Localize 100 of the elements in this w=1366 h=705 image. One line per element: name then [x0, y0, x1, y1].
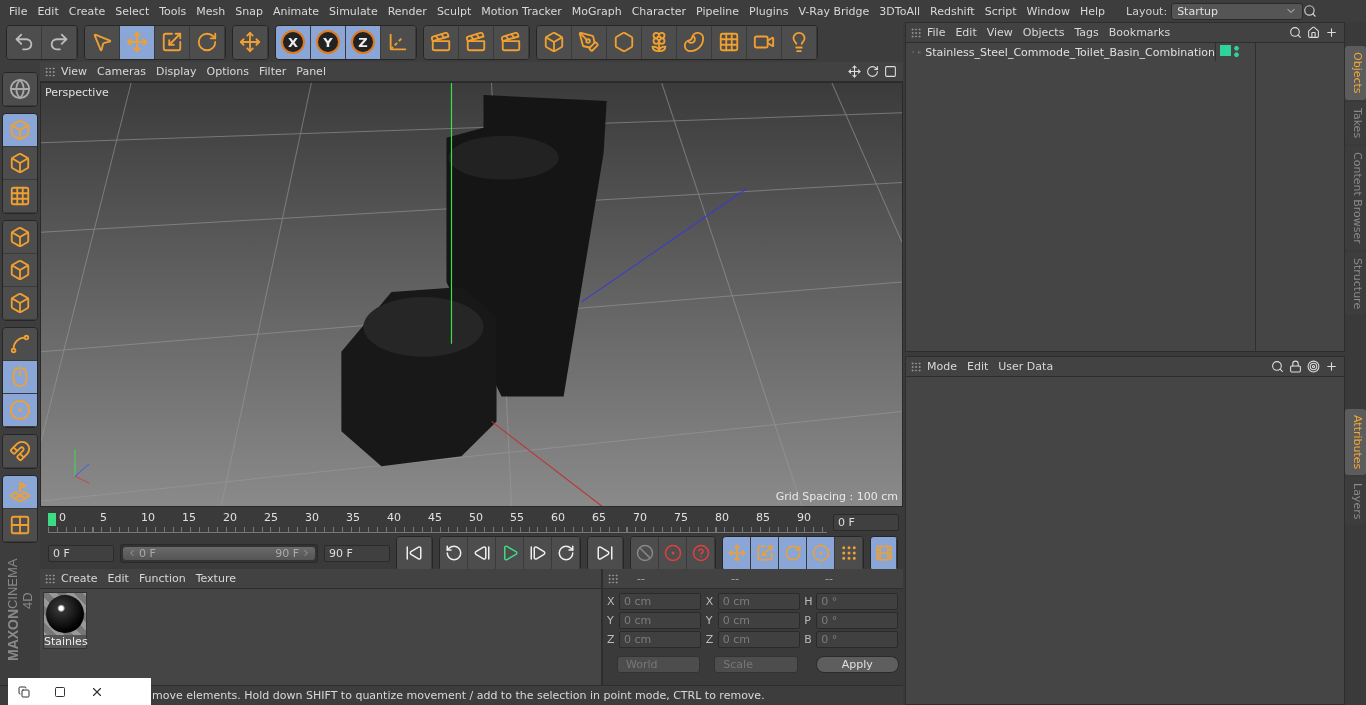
material-swatch[interactable]: Stainles	[43, 592, 87, 649]
menu-item[interactable]: View	[981, 26, 1018, 39]
menu-item[interactable]: Script	[979, 4, 1022, 18]
menu-item[interactable]: Tags	[1069, 26, 1104, 39]
menu-item[interactable]: Mode	[922, 360, 962, 373]
layout-dropdown[interactable]: Startup	[1171, 2, 1304, 20]
pen-icon	[578, 31, 600, 53]
menu-item[interactable]: File	[4, 4, 33, 18]
menu-item[interactable]: Edit	[962, 360, 994, 373]
object-row[interactable]: Stainless_Steel_Commode_Toilet_Basin_Combination	[906, 43, 1216, 61]
menu-item[interactable]: Edit	[102, 572, 134, 585]
minimized-window-bar[interactable]	[8, 678, 151, 705]
menu-item[interactable]: Motion Tracker	[476, 4, 567, 18]
target-icon	[9, 399, 31, 421]
frame-tick-label: 70	[633, 511, 647, 526]
status-text: move elements. Hold down SHIFT to quantize movement / add to the selection in point mode, CTRL to remove.	[152, 689, 765, 702]
clapperboard-icon	[500, 31, 522, 53]
frame-tick-label: 0	[59, 511, 66, 526]
menu-item[interactable]: Select	[110, 4, 155, 18]
menu-item[interactable]: Animate	[268, 4, 325, 18]
menu-item[interactable]: Function	[133, 572, 191, 585]
menu-item[interactable]: Objects	[1017, 26, 1070, 39]
y-axis-button[interactable]: Y	[311, 25, 346, 59]
menu-item[interactable]: Window	[1021, 4, 1075, 18]
menu-item[interactable]: Simulate	[324, 4, 383, 18]
frame-tick-label: 15	[182, 511, 196, 526]
film-icon	[874, 544, 893, 562]
z-axis-button[interactable]: Z	[346, 25, 381, 59]
product-logo-text: CINEMA 4D	[5, 557, 35, 609]
menu-item[interactable]: Character	[626, 4, 691, 18]
layout-label: Layout:	[1126, 4, 1168, 18]
menu-item[interactable]: Texture	[190, 572, 241, 585]
menu-item[interactable]: Sculpt	[431, 4, 477, 18]
mouse-button[interactable]	[3, 361, 37, 394]
menu-item[interactable]: File	[922, 26, 951, 39]
rotate-key-button[interactable]	[779, 536, 807, 570]
sphere-icon	[46, 595, 84, 633]
menu-item[interactable]: Bookmarks	[1103, 26, 1176, 39]
menu-item[interactable]: Create	[56, 572, 103, 585]
current-frame-field[interactable]: 0 F	[833, 513, 899, 531]
magnet-button[interactable]	[3, 435, 37, 468]
menu-item[interactable]: Edit	[32, 4, 64, 18]
search-icon	[1271, 360, 1284, 373]
target-button[interactable]	[3, 394, 37, 427]
menu-item[interactable]: Tools	[154, 4, 192, 18]
viewport[interactable]: Perspective Grid Spacing : 100 cm	[40, 82, 903, 507]
scale-icon	[755, 544, 774, 562]
clapperboard-button[interactable]	[424, 25, 459, 59]
frame-tick-label: 60	[551, 511, 565, 526]
move-cross-icon	[239, 31, 261, 53]
coordinate-system-icon	[387, 31, 409, 53]
skip-to-end-button[interactable]	[588, 536, 623, 570]
start-frame-field[interactable]: 0 F	[48, 544, 114, 562]
skip-to-start-button[interactable]	[397, 536, 432, 570]
apply-button[interactable]: Apply	[815, 656, 899, 673]
frame-tick-label: 45	[428, 511, 442, 526]
cursor-button[interactable]	[85, 25, 120, 59]
previous-key-button[interactable]	[440, 536, 468, 570]
globe-button[interactable]	[3, 73, 37, 106]
menu-item[interactable]: Edit	[950, 26, 982, 39]
menu-item[interactable]: MoGraph	[566, 4, 627, 18]
menu-item[interactable]: 3DToAll	[874, 4, 925, 18]
menu-item[interactable]: Display	[151, 65, 202, 78]
menu-item[interactable]: User Data	[993, 360, 1059, 373]
help-icon	[691, 544, 710, 562]
frame-tick-label: 10	[141, 511, 155, 526]
undo-button[interactable]	[7, 25, 42, 59]
menu-item[interactable]: Mesh	[191, 4, 231, 18]
grid-icon	[9, 185, 31, 207]
move-key-button[interactable]	[723, 536, 751, 570]
timeline-button[interactable]	[871, 536, 897, 570]
menu-item[interactable]: Create	[63, 4, 111, 18]
menu-item[interactable]: Cameras	[92, 65, 151, 78]
menu-item[interactable]: Snap	[230, 4, 268, 18]
no-entry-icon	[635, 544, 654, 562]
move-cross-button[interactable]	[233, 25, 268, 59]
menu-item[interactable]: Render	[382, 4, 432, 18]
frame-tick-label: 80	[715, 511, 729, 526]
end-frame-field[interactable]: 90 F	[324, 544, 390, 562]
menu-item[interactable]: Pipeline	[691, 4, 745, 18]
cube-button[interactable]	[537, 25, 572, 59]
frame-tick-label: 75	[674, 511, 688, 526]
menu-item[interactable]: Filter	[254, 65, 292, 78]
menu-item[interactable]: V-Ray Bridge	[793, 4, 875, 18]
cube-button[interactable]	[3, 114, 37, 147]
hexagon-icon	[613, 31, 635, 53]
grid-button[interactable]	[3, 180, 37, 213]
scale-key-button[interactable]	[751, 536, 779, 570]
menu-item[interactable]: Plugins	[744, 4, 794, 18]
menu-item[interactable]: Redshift	[925, 4, 980, 18]
x-axis-button[interactable]: X	[276, 25, 311, 59]
menu-item[interactable]: Help	[1074, 4, 1111, 18]
timeline-ruler[interactable]: 0 5 10 15 20 25 30 35 40 45 50 55 60 65 70 75 80 85 90	[48, 511, 827, 533]
lock-icon	[1289, 360, 1302, 373]
menu-item[interactable]: Options	[201, 65, 254, 78]
menu-item[interactable]: View	[56, 65, 93, 78]
move-button[interactable]	[120, 25, 155, 59]
menu-item[interactable]: Panel	[291, 65, 331, 78]
axis-label: Y	[607, 614, 615, 627]
no-entry-button[interactable]	[631, 536, 659, 570]
